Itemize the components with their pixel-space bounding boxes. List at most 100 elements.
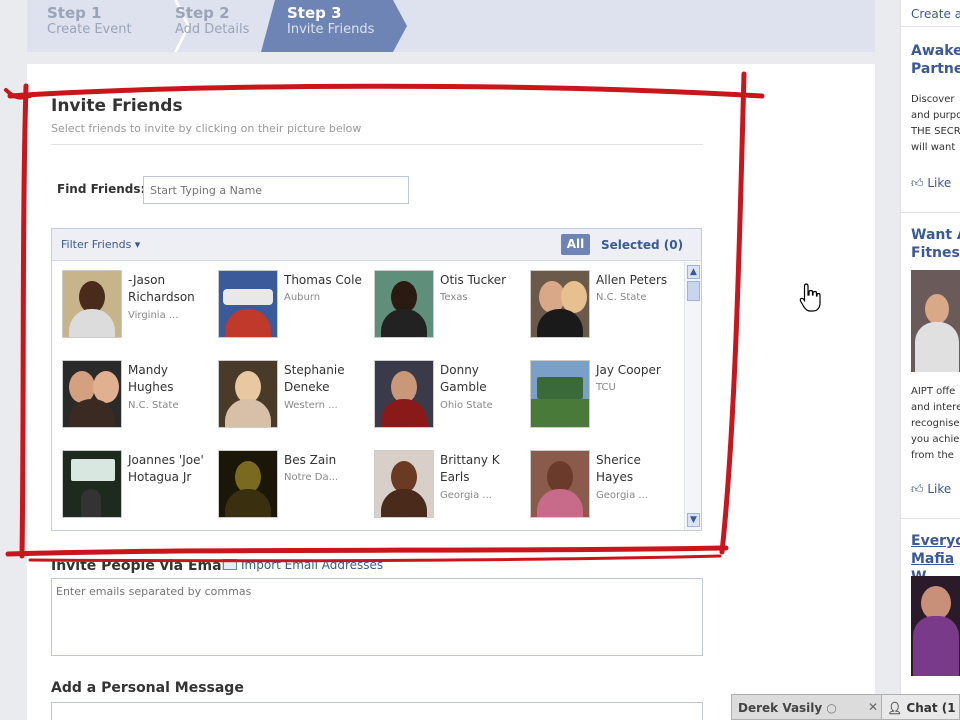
- chat-bar: Derek Vasily ○ ✕ 👤︎ Chat (1: [731, 694, 960, 720]
- friend-photo: [218, 270, 278, 338]
- ad-1-like-button[interactable]: 👍︎ Like: [911, 176, 951, 191]
- friend-grid: -Jason Richardson Virginia ... Thomas Co…: [52, 262, 684, 530]
- step-1-number: Step 1: [47, 4, 102, 22]
- friend-photo: [374, 450, 434, 518]
- friend-photo: [62, 360, 122, 428]
- friend-item[interactable]: Joannes 'Joe' Hotagua Jr: [52, 446, 208, 522]
- ad-1-text-line: will want: [911, 142, 956, 153]
- step-3-active[interactable]: Step 3 Invite Friends: [261, 0, 407, 52]
- friend-name: Sherice Hayes: [596, 453, 641, 484]
- friend-item[interactable]: Thomas Cole Auburn: [208, 266, 364, 342]
- step-2-label: Add Details: [175, 22, 250, 37]
- friend-network: Notre Da...: [284, 472, 339, 483]
- friend-item[interactable]: Donny Gamble Ohio State: [364, 356, 520, 432]
- find-friends-label: Find Friends:: [57, 182, 146, 196]
- create-ad-link[interactable]: Create an: [911, 7, 960, 21]
- step-1-label: Create Event: [47, 22, 132, 37]
- scroll-thumb[interactable]: [687, 281, 700, 301]
- ad-1-title[interactable]: Awaken Partner: [911, 42, 960, 78]
- thumbs-up-icon: 👍︎: [911, 176, 924, 190]
- friend-item[interactable]: Sherice Hayes Georgia ...: [520, 446, 676, 522]
- friend-name: Donny Gamble: [440, 363, 487, 394]
- ad-2-like-button[interactable]: 👍︎ Like: [911, 482, 951, 497]
- step-2-number: Step 2: [175, 4, 230, 22]
- steps-bar: Step 1 Create Event Step 2 Add Details S…: [27, 0, 875, 52]
- friend-network: N.C. State: [596, 292, 647, 303]
- email-addresses-input[interactable]: [51, 578, 703, 656]
- friend-list-scrollbar[interactable]: ▲ ▼: [684, 262, 701, 530]
- thumbs-up-icon: 👍︎: [911, 482, 924, 496]
- friend-photo: [530, 450, 590, 518]
- divider: [901, 212, 960, 213]
- friend-network: Auburn: [284, 292, 321, 303]
- friend-name: Bes Zain: [284, 453, 337, 467]
- step-1[interactable]: Step 1 Create Event: [27, 0, 155, 52]
- step-3-number: Step 3: [287, 4, 342, 22]
- ad-2-text-line: and intere: [911, 402, 960, 413]
- friend-network: Georgia ...: [596, 490, 648, 501]
- address-book-icon: [223, 559, 237, 570]
- friend-photo: [218, 450, 278, 518]
- chat-user-name: Derek Vasily: [738, 701, 823, 715]
- friend-selector-header: Filter Friends ▾ All Selected (0): [52, 229, 701, 261]
- friend-item[interactable]: Allen Peters N.C. State: [520, 266, 676, 342]
- ad-1-text-line: THE SECR: [911, 126, 960, 137]
- scroll-up-icon[interactable]: ▲: [687, 265, 700, 279]
- chat-button[interactable]: 👤︎ Chat (1: [887, 701, 956, 715]
- hand-cursor-icon: [799, 283, 821, 312]
- scroll-down-icon[interactable]: ▼: [687, 513, 700, 527]
- right-sidebar-ads: Create an Awaken Partner Discover and pu…: [900, 0, 960, 720]
- friend-network: TCU: [596, 382, 616, 393]
- friend-name: Joannes 'Joe' Hotagua Jr: [128, 453, 204, 484]
- import-email-label: Import Email Addresses: [241, 558, 384, 572]
- friend-network: Texas: [440, 292, 468, 303]
- friend-name: -Jason Richardson: [128, 273, 195, 304]
- friend-item[interactable]: -Jason Richardson Virginia ...: [52, 266, 208, 342]
- friend-item[interactable]: Jay Cooper TCU: [520, 356, 676, 432]
- friend-item[interactable]: Brittany K Earls Georgia ...: [364, 446, 520, 522]
- friend-photo: [530, 270, 590, 338]
- find-friends-input[interactable]: [143, 176, 409, 204]
- ad-3-image[interactable]: [911, 576, 960, 676]
- ad-2-title[interactable]: Want A Fitness: [911, 226, 960, 262]
- personal-message-input[interactable]: [51, 702, 703, 720]
- friend-network: Ohio State: [440, 400, 493, 411]
- friend-item[interactable]: Bes Zain Notre Da...: [208, 446, 364, 522]
- friend-name: Otis Tucker: [440, 273, 507, 287]
- chat-tab-user[interactable]: Derek Vasily ○ ✕: [732, 695, 882, 719]
- like-label: Like: [927, 482, 952, 496]
- close-icon[interactable]: ✕: [868, 700, 878, 714]
- divider: [901, 518, 960, 519]
- friend-name: Stephanie Deneke: [284, 363, 345, 394]
- divider: [51, 144, 703, 145]
- friend-name: Brittany K Earls: [440, 453, 500, 484]
- friend-network: Georgia ...: [440, 490, 492, 501]
- ad-2-text-line: you achie: [911, 434, 960, 445]
- selected-tab[interactable]: Selected (0): [601, 238, 683, 252]
- all-tab[interactable]: All: [561, 234, 590, 255]
- friend-photo: [530, 360, 590, 428]
- friend-item[interactable]: Stephanie Deneke Western ...: [208, 356, 364, 432]
- step-2[interactable]: Step 2 Add Details: [155, 0, 267, 52]
- filter-friends-dropdown[interactable]: Filter Friends ▾: [61, 238, 140, 251]
- ad-2-text-line: recognise: [911, 418, 960, 429]
- friend-name: Mandy Hughes: [128, 363, 174, 394]
- friend-item[interactable]: Otis Tucker Texas: [364, 266, 520, 342]
- friend-photo: [374, 360, 434, 428]
- friend-name: Jay Cooper: [596, 363, 661, 377]
- chat-label: Chat (1: [906, 701, 956, 715]
- friend-name: Thomas Cole: [284, 273, 362, 287]
- invite-friends-subtitle: Select friends to invite by clicking on …: [51, 122, 362, 135]
- ad-2-text-line: from the: [911, 450, 954, 461]
- people-icon: 👤︎: [887, 701, 903, 715]
- personal-message-title: Add a Personal Message: [51, 680, 244, 696]
- friend-item[interactable]: Mandy Hughes N.C. State: [52, 356, 208, 432]
- divider: [901, 26, 960, 27]
- ad-2-image[interactable]: [911, 270, 960, 372]
- friend-photo: [218, 360, 278, 428]
- friend-photo: [374, 270, 434, 338]
- friend-name: Allen Peters: [596, 273, 668, 287]
- friend-network: N.C. State: [128, 400, 179, 411]
- invite-panel: Invite Friends Select friends to invite …: [27, 64, 875, 720]
- like-label: Like: [927, 176, 952, 190]
